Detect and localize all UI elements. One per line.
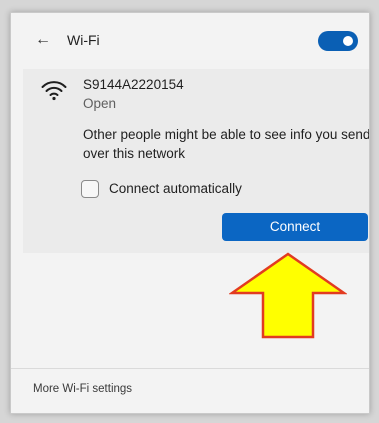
- page-title: Wi-Fi: [67, 32, 100, 48]
- footer-divider: [11, 368, 369, 369]
- wifi-header: ← Wi-Fi: [11, 13, 369, 69]
- network-ssid: S9144A2220154: [83, 77, 184, 92]
- network-item-expanded: S9144A2220154 Open Other people might be…: [23, 69, 369, 253]
- toggle-knob: [343, 36, 353, 46]
- connect-automatically-label: Connect automatically: [109, 181, 242, 196]
- screenshot-frame: ← Wi-Fi S9144A2220154 Open Other people …: [0, 0, 379, 423]
- connect-button[interactable]: Connect: [222, 213, 368, 241]
- wifi-toggle[interactable]: [318, 31, 358, 51]
- connect-automatically-checkbox[interactable]: [81, 180, 99, 198]
- wifi-icon: [41, 81, 67, 101]
- network-security-status: Open: [83, 96, 117, 111]
- wifi-flyout-panel: ← Wi-Fi S9144A2220154 Open Other people …: [10, 12, 370, 414]
- more-wifi-settings-link[interactable]: More Wi-Fi settings: [33, 383, 132, 395]
- up-arrow-annotation: [229, 252, 347, 339]
- open-network-warning: Other people might be able to see info y…: [83, 127, 370, 161]
- back-arrow-icon[interactable]: ←: [35, 30, 51, 50]
